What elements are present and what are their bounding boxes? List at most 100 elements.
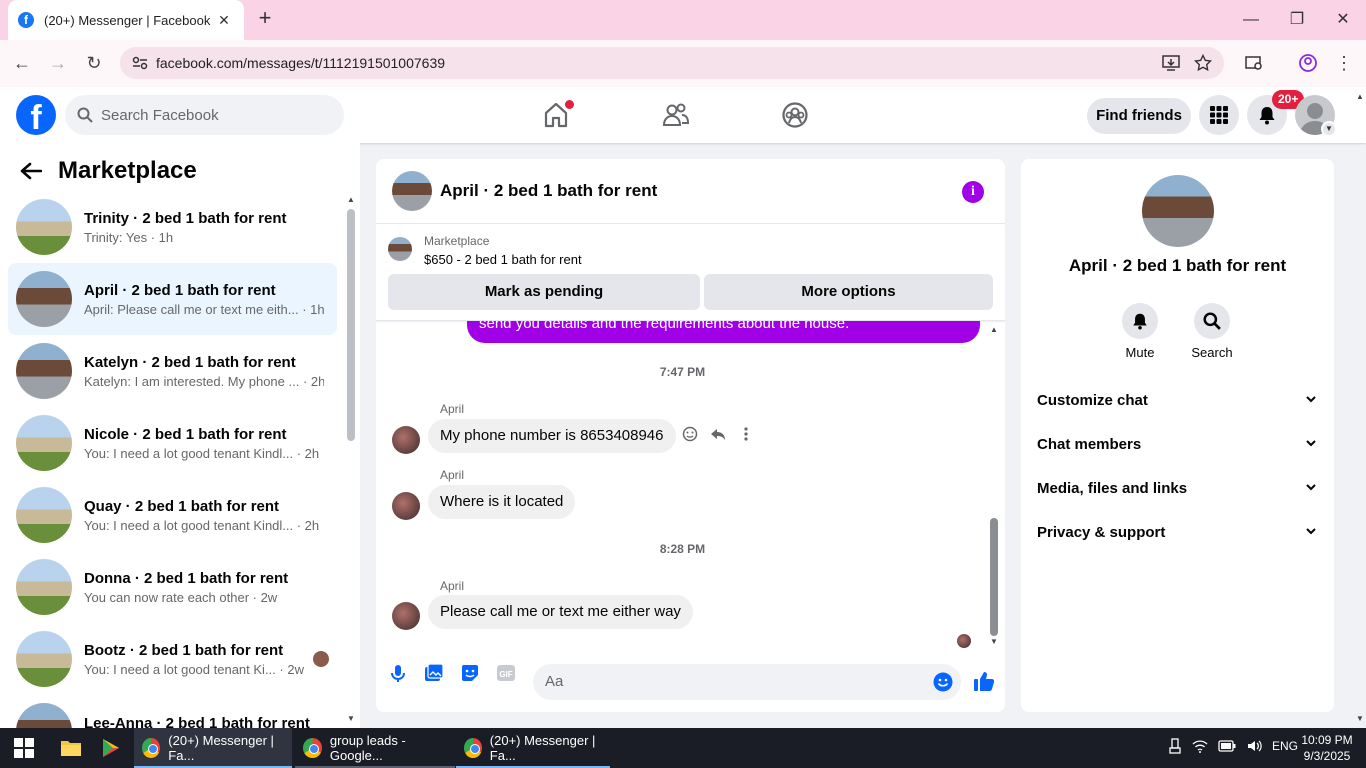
menu-grid-button[interactable]	[1199, 95, 1239, 135]
taskbar-app-messenger-1[interactable]: (20+) Messenger | Fa...	[134, 728, 292, 768]
usb-icon[interactable]	[1168, 738, 1182, 754]
chat-avatar[interactable]	[392, 171, 432, 211]
facebook-search-input[interactable]: Search Facebook	[65, 95, 344, 135]
conversation-name: Bootz · 2 bed 1 bath for rent	[84, 641, 284, 659]
conversation-name: April · 2 bed 1 bath for rent	[84, 281, 276, 299]
groups-icon[interactable]	[781, 101, 809, 129]
conversation-item[interactable]: Katelyn · 2 bed 1 bath for rent Katelyn: …	[8, 335, 337, 407]
install-app-icon[interactable]	[1162, 54, 1180, 72]
new-tab-button[interactable]: +	[254, 7, 276, 30]
gif-icon[interactable]: GIF	[496, 663, 516, 683]
taskbar-app-group-leads[interactable]: group leads - Google...	[295, 728, 455, 768]
chat-members-section[interactable]: Chat members	[1029, 422, 1326, 466]
grid-icon	[1210, 106, 1228, 124]
incoming-message: My phone number is 8653408946	[428, 419, 676, 453]
minimize-button[interactable]: —	[1241, 10, 1261, 30]
system-clock[interactable]: 10:09 PM 9/3/2025	[1296, 732, 1358, 764]
restore-button[interactable]: ❐	[1287, 10, 1307, 30]
privacy-support-section[interactable]: Privacy & support	[1029, 510, 1326, 554]
friends-icon[interactable]	[662, 101, 690, 129]
browser-tab[interactable]: f (20+) Messenger | Facebook ✕	[8, 0, 244, 40]
sender-avatar[interactable]	[392, 492, 420, 520]
close-tab-icon[interactable]: ✕	[214, 12, 234, 29]
facebook-logo-icon[interactable]: f	[16, 95, 56, 135]
search-in-chat-button[interactable]: Search	[1182, 303, 1242, 360]
conversation-item[interactable]: Quay · 2 bed 1 bath for rent You: I need …	[8, 479, 337, 551]
volume-icon[interactable]	[1246, 738, 1262, 754]
more-vertical-icon[interactable]	[738, 426, 754, 442]
chat-scroll-down-arrow[interactable]: ▼	[990, 637, 998, 646]
photo-icon[interactable]	[424, 663, 444, 683]
language-indicator[interactable]: ENG	[1272, 739, 1298, 753]
address-bar[interactable]: facebook.com/messages/t/1112191501007639	[120, 47, 1224, 79]
file-explorer-icon[interactable]	[60, 738, 82, 758]
account-chevron-icon[interactable]: ▼	[1321, 121, 1337, 137]
forward-button[interactable]: →	[47, 52, 69, 74]
details-avatar[interactable]	[1142, 175, 1214, 247]
play-store-icon[interactable]	[100, 737, 122, 759]
conversation-item[interactable]: Lee-Anna · 2 bed 1 bath for rent	[8, 695, 337, 728]
message-input[interactable]: Aa	[533, 664, 961, 700]
section-label: Chat members	[1037, 435, 1142, 453]
message-actions	[682, 426, 754, 442]
reply-icon[interactable]	[710, 426, 726, 442]
page-scroll-up-arrow[interactable]: ▲	[1356, 92, 1364, 101]
conversation-snippet: You: I need a lot good tenant Kindl... ·…	[84, 517, 320, 533]
taskbar-app-label: (20+) Messenger | Fa...	[489, 733, 596, 763]
section-label: Media, files and links	[1037, 479, 1188, 497]
browser-tabbar: f (20+) Messenger | Facebook ✕ + — ❐ ✕	[0, 0, 1366, 40]
sticker-icon[interactable]	[460, 663, 480, 683]
taskbar-app-messenger-2[interactable]: (20+) Messenger | Fa...	[456, 728, 610, 768]
bell-icon	[1133, 313, 1147, 330]
reload-button[interactable]: ↻	[83, 52, 105, 74]
chrome-icon	[142, 738, 161, 758]
chat-title[interactable]: April · 2 bed 1 bath for rent	[440, 181, 657, 201]
sidebar-scrollbar[interactable]	[347, 209, 355, 441]
browser-menu-icon[interactable]: ⋮	[1333, 52, 1355, 74]
sender-avatar[interactable]	[392, 426, 420, 454]
find-friends-button[interactable]: Find friends	[1087, 98, 1191, 134]
scroll-up-arrow[interactable]: ▲	[347, 195, 355, 204]
mark-as-pending-button[interactable]: Mark as pending	[388, 274, 700, 310]
chat-scroll-up-arrow[interactable]: ▲	[990, 325, 998, 334]
conversation-item-active[interactable]: April · 2 bed 1 bath for rent April: Plea…	[8, 263, 337, 335]
conversation-name: Katelyn · 2 bed 1 bath for rent	[84, 353, 296, 371]
message-list: send you details and the requirements ab…	[376, 321, 1005, 651]
close-window-button[interactable]: ✕	[1333, 10, 1353, 30]
conversation-name: Donna · 2 bed 1 bath for rent	[84, 569, 289, 587]
chat-scrollbar[interactable]	[990, 518, 998, 636]
listing-thumbnail	[16, 703, 72, 728]
thumbs-up-icon[interactable]	[973, 670, 995, 692]
search-label: Search	[1191, 345, 1233, 360]
page-scroll-down-arrow[interactable]: ▼	[1356, 714, 1364, 723]
microphone-icon[interactable]	[388, 663, 408, 683]
sender-name: April	[440, 579, 465, 593]
react-emoji-icon[interactable]	[682, 426, 698, 442]
bookmark-star-icon[interactable]	[1194, 54, 1212, 72]
back-button[interactable]: ←	[11, 52, 33, 74]
windows-start-icon[interactable]	[14, 738, 34, 758]
customize-chat-section[interactable]: Customize chat	[1029, 378, 1326, 422]
details-title: April · 2 bed 1 bath for rent	[1068, 256, 1287, 275]
marketplace-label: Marketplace	[424, 234, 490, 248]
conversation-item[interactable]: Trinity · 2 bed 1 bath for rent Trinity: …	[8, 191, 337, 263]
media-files-links-section[interactable]: Media, files and links	[1029, 466, 1326, 510]
sender-avatar[interactable]	[392, 602, 420, 630]
conversation-snippet: You: I need a lot good tenant Kindl... ·…	[84, 445, 320, 461]
tab-search-icon[interactable]	[1244, 53, 1264, 73]
listing-price[interactable]: $650 - 2 bed 1 bath for rent	[424, 252, 582, 267]
back-arrow-icon[interactable]	[20, 162, 42, 180]
profile-icon[interactable]	[1298, 53, 1318, 73]
info-icon[interactable]: i	[962, 181, 984, 203]
more-options-button[interactable]: More options	[704, 274, 993, 310]
mute-button[interactable]: Mute	[1110, 303, 1170, 360]
scroll-down-arrow[interactable]: ▼	[347, 714, 355, 723]
battery-icon[interactable]	[1218, 740, 1236, 752]
conversation-item[interactable]: Donna · 2 bed 1 bath for rent You can now…	[8, 551, 337, 623]
conversation-item[interactable]: Nicole · 2 bed 1 bath for rent You: I nee…	[8, 407, 337, 479]
browser-toolbar: ← → ↻ facebook.com/messages/t/1112191501…	[0, 40, 1366, 87]
emoji-icon[interactable]	[933, 672, 953, 692]
conversation-item[interactable]: Bootz · 2 bed 1 bath for rent You: I need…	[8, 623, 337, 695]
site-info-icon[interactable]	[132, 56, 148, 70]
wifi-icon[interactable]	[1192, 738, 1208, 754]
